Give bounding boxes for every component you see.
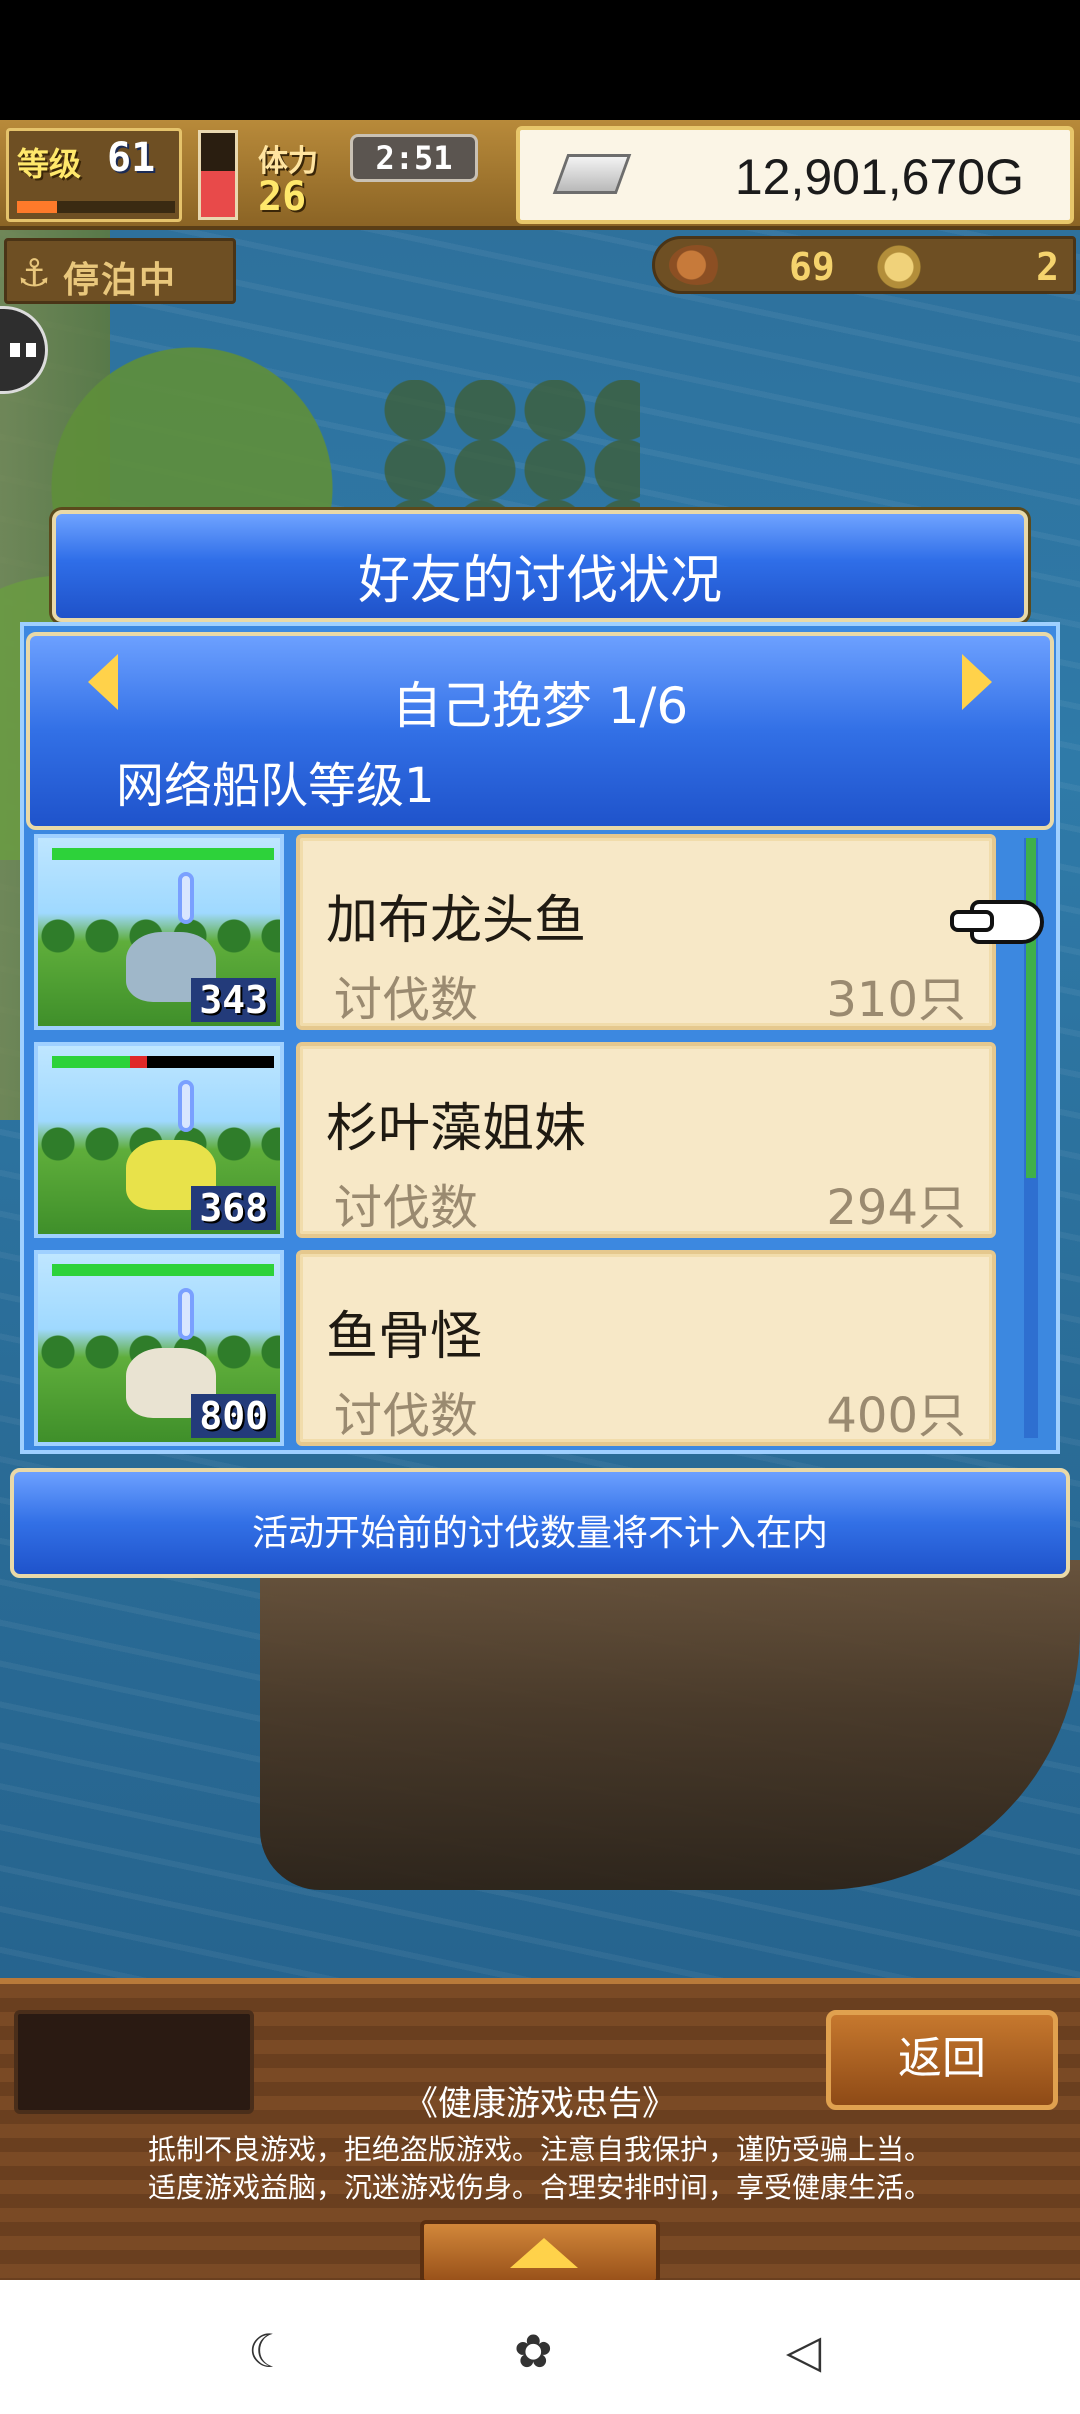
expand-menu-button[interactable] — [420, 2220, 660, 2284]
meat-icon — [669, 245, 725, 285]
dialog-title: 好友的讨伐状况 — [357, 551, 722, 611]
exclamation-icon — [178, 872, 194, 924]
list-item[interactable]: 800 鱼骨怪 讨伐数 400只 — [34, 1250, 1034, 1448]
bottom-panel: 返回 《健康游戏忠告》 抵制不良游戏，拒绝盗版游戏。注意自我保护，谨防受骗上当。… — [0, 1978, 1080, 2284]
monster-list[interactable]: 343 加布龙头鱼 讨伐数 310只 368 杉叶藻姐妹 讨伐数 294只 80… — [34, 834, 1034, 1448]
monster-count: 343 — [191, 978, 276, 1022]
level-value: 61 — [107, 135, 156, 181]
kill-count-value: 294只 — [826, 1180, 966, 1236]
exclamation-icon — [178, 1288, 194, 1340]
stamina-timer: 2:51 — [350, 134, 478, 182]
monster-card: 加布龙头鱼 讨伐数 310只 — [296, 834, 996, 1030]
health-advice-line-1: 抵制不良游戏，拒绝盗版游戏。注意自我保护，谨防受骗上当。 — [147, 2133, 932, 2166]
monster-count: 368 — [191, 1186, 276, 1230]
ship-hull — [260, 1560, 1080, 1890]
hp-bar-damage — [129, 1056, 148, 1068]
system-nav-bar: ☾ ✿ ◁ — [0, 2280, 1080, 2414]
hp-bar — [52, 848, 274, 860]
notice-banner: 活动开始前的讨伐数量将不计入在内 — [10, 1468, 1070, 1578]
health-advice-line-2: 适度游戏益脑，沉迷游戏伤身。合理安排时间，享受健康生活。 — [147, 2171, 932, 2204]
stamina-gauge — [198, 130, 238, 220]
kill-count-value: 310只 — [826, 972, 966, 1028]
monster-thumbnail: 343 — [34, 834, 284, 1030]
kill-count-label: 讨伐数 — [334, 1180, 479, 1236]
hp-bar — [52, 1264, 274, 1276]
top-hud: 等级 61 体力 26 2:51 12,901,670G — [0, 120, 1080, 230]
moon-sparkle-icon[interactable]: ☾ — [248, 2324, 289, 2378]
monster-name: 鱼骨怪 — [326, 1307, 483, 1367]
hp-bar — [52, 1056, 274, 1068]
monster-name: 加布龙头鱼 — [326, 891, 587, 951]
dialog-title-banner: 好友的讨伐状况 — [52, 510, 1028, 622]
kill-count-label: 讨伐数 — [334, 1388, 479, 1444]
scrollbar-thumb[interactable] — [1026, 838, 1036, 1178]
stamina-gauge-fill — [201, 170, 235, 217]
butterfly-icon[interactable]: ✿ — [514, 2324, 553, 2378]
moored-label: 停泊中 — [63, 260, 178, 301]
health-advice-title: 《健康游戏忠告》 — [404, 2084, 676, 2124]
level-panel[interactable]: 等级 61 — [6, 128, 182, 222]
gold-panel[interactable]: 12,901,670G — [516, 126, 1074, 224]
list-item[interactable]: 368 杉叶藻姐妹 讨伐数 294只 — [34, 1042, 1034, 1242]
monster-thumbnail: 368 — [34, 1042, 284, 1238]
stamina-value: 26 — [258, 174, 307, 220]
notice-text: 活动开始前的讨伐数量将不计入在内 — [251, 1513, 828, 1554]
monster-name: 杉叶藻姐妹 — [326, 1099, 587, 1159]
list-item[interactable]: 343 加布龙头鱼 讨伐数 310只 — [34, 834, 1034, 1034]
status-bar — [0, 0, 1080, 120]
moored-status-button[interactable]: ⚓ 停泊中 — [4, 238, 236, 304]
friend-name: 自己挽梦 1/6 — [391, 677, 689, 735]
anchor-icon: ⚓ — [17, 251, 52, 295]
hp-bar-fill — [52, 1056, 130, 1068]
monster-card: 杉叶藻姐妹 讨伐数 294只 — [296, 1042, 996, 1238]
exclamation-icon — [178, 1080, 194, 1132]
silver-ingot-icon — [552, 154, 632, 194]
experience-bar — [17, 201, 175, 213]
hp-bar-fill — [52, 1264, 274, 1276]
up-arrow-icon — [510, 2238, 578, 2268]
gold-value: 12,901,670G — [734, 149, 1024, 205]
stamina-panel[interactable]: 体力 26 2:51 — [250, 128, 480, 222]
resource-b-value: 2 — [1036, 245, 1059, 289]
kill-count-value: 400只 — [826, 1388, 966, 1444]
monster-count: 800 — [191, 1394, 276, 1438]
resource-a-value: 69 — [789, 245, 835, 289]
experience-bar-fill — [17, 201, 57, 213]
monster-thumbnail: 800 — [34, 1250, 284, 1446]
friend-header: 自己挽梦 1/6 网络船队等级1 — [26, 632, 1054, 830]
kill-count-label: 讨伐数 — [334, 972, 479, 1028]
pointing-hand-icon — [950, 900, 1044, 944]
resource-bar: 69 2 — [652, 236, 1076, 294]
fleet-level: 网络船队等级1 — [116, 758, 435, 814]
level-label: 等级 — [17, 145, 82, 183]
hp-bar-fill — [52, 848, 274, 860]
medal-coin-icon — [877, 245, 921, 289]
back-icon[interactable]: ◁ — [786, 2324, 821, 2378]
monster-card: 鱼骨怪 讨伐数 400只 — [296, 1250, 996, 1446]
